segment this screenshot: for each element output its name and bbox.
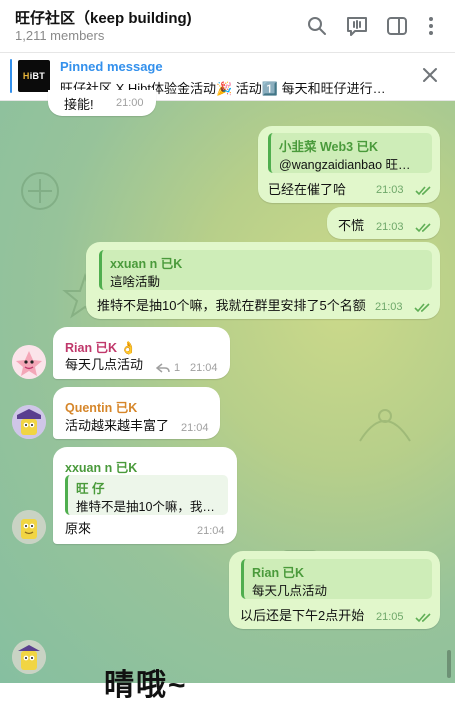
member-count: 1,211 members (15, 28, 105, 43)
side-panel-icon[interactable] (385, 14, 409, 38)
double-check-icon (415, 613, 431, 623)
doodle-icon (21, 172, 59, 210)
sender-name[interactable]: xxuan n 已K (65, 457, 137, 476)
quote-text: 推特不是抽10个嘛，我… (76, 500, 215, 514)
message-bubble[interactable]: xxuan n 已K 旺 仔 推特不是抽10个嘛，我… 原來 21:04 (53, 447, 237, 544)
reply-count[interactable]: 1 (174, 362, 180, 374)
reply-quote[interactable]: Rian 已K 每天几点活动 (241, 559, 432, 599)
quote-text: 這啥活動 (110, 275, 161, 289)
sender-name-text: Rian 已K (65, 341, 118, 355)
sponge-avatar-icon (12, 510, 46, 544)
avatar[interactable] (12, 405, 46, 439)
pinned-title: Pinned message (60, 59, 163, 74)
reply-icon[interactable] (156, 362, 170, 374)
reply-quote[interactable]: xxuan n 已K 這啥活動 (99, 250, 432, 290)
avatar[interactable] (12, 510, 46, 544)
message-time: 21:04 (190, 362, 218, 374)
message-text: 推特不是抽10个嘛，我就在群里安排了5个名额 (97, 298, 366, 313)
ok-hand-emoji: 👌 (120, 341, 137, 355)
message-bubble[interactable]: Rian 已K 👌 每天几点活动 1 21:04 (53, 327, 230, 379)
quote-sender: 小韭菜 Web3 已K (279, 140, 379, 154)
message-time: 21:03 (376, 184, 404, 196)
double-check-icon (415, 223, 431, 233)
message-time: 21:03 (376, 221, 404, 233)
message-bubble[interactable]: 不慌 21:03 (327, 207, 440, 239)
message-bubble[interactable]: 小韭菜 Web3 已K @wangzaidianbao 旺… 已经在催了哈 21… (258, 126, 440, 203)
sender-name[interactable]: Quentin 已K (65, 397, 137, 416)
message-bubble[interactable]: 接能! 21:00 (48, 90, 156, 116)
patrick-star-avatar-icon (12, 345, 46, 379)
reply-quote[interactable]: 旺 仔 推特不是抽10个嘛，我… (65, 475, 228, 515)
double-check-icon (415, 186, 431, 196)
quote-text: 每天几点活动 (252, 584, 328, 598)
message-text: 活动越来越丰富了 (65, 418, 170, 433)
sticker-text[interactable]: 晴哦~ (104, 660, 188, 704)
message-text: 接能! (64, 97, 94, 112)
close-icon[interactable] (422, 67, 438, 83)
doodle-icon (359, 409, 411, 442)
message-time: 21:03 (375, 301, 403, 313)
message-time: 21:00 (116, 97, 144, 109)
reply-quote[interactable]: 小韭菜 Web3 已K @wangzaidianbao 旺… (268, 133, 432, 173)
message-text: 以后还是下午2点开始 (240, 608, 365, 623)
hibt-logo-mark: H (22, 71, 30, 81)
double-check-icon (414, 303, 430, 313)
message-bubble[interactable]: Rian 已K 每天几点活动 以后还是下午2点开始 21:05 (229, 551, 440, 629)
message-bubble[interactable]: Quentin 已K 活动越来越丰富了 21:04 (53, 387, 220, 439)
message-time: 21:05 (376, 611, 404, 623)
chat-title[interactable]: 旺仔社区（keep building) (15, 7, 192, 28)
message-text: 已经在催了哈 (268, 182, 347, 197)
sponge-avatar-icon (12, 405, 46, 439)
more-icon[interactable] (419, 14, 443, 38)
scrollbar[interactable] (447, 650, 451, 678)
message-text: 每天几点活动 (65, 357, 144, 372)
video-chat-icon[interactable] (345, 14, 369, 38)
quote-text: @wangzaidianbao 旺… (279, 158, 411, 172)
avatar[interactable] (12, 345, 46, 379)
quote-sender: 旺 仔 (76, 482, 105, 496)
message-bubble[interactable]: xxuan n 已K 這啥活動 推特不是抽10个嘛，我就在群里安排了5个名额 2… (86, 242, 440, 319)
pinned-thumbnail: HiBT (18, 60, 50, 92)
pinned-indicator (10, 59, 12, 93)
avatar[interactable] (12, 640, 46, 674)
message-time: 21:04 (197, 525, 225, 537)
message-text: 原來 (65, 521, 92, 536)
chat-header[interactable]: 旺仔社区（keep building) 1,211 members (0, 0, 455, 53)
quote-sender: Rian 已K (252, 566, 305, 580)
hibt-logo-text: iBT (29, 71, 46, 81)
message-text: 不慌 (338, 218, 365, 233)
message-time: 21:04 (181, 422, 209, 434)
search-icon[interactable] (305, 14, 329, 38)
sponge-avatar-icon (12, 640, 46, 674)
quote-sender: xxuan n 已K (110, 257, 183, 271)
